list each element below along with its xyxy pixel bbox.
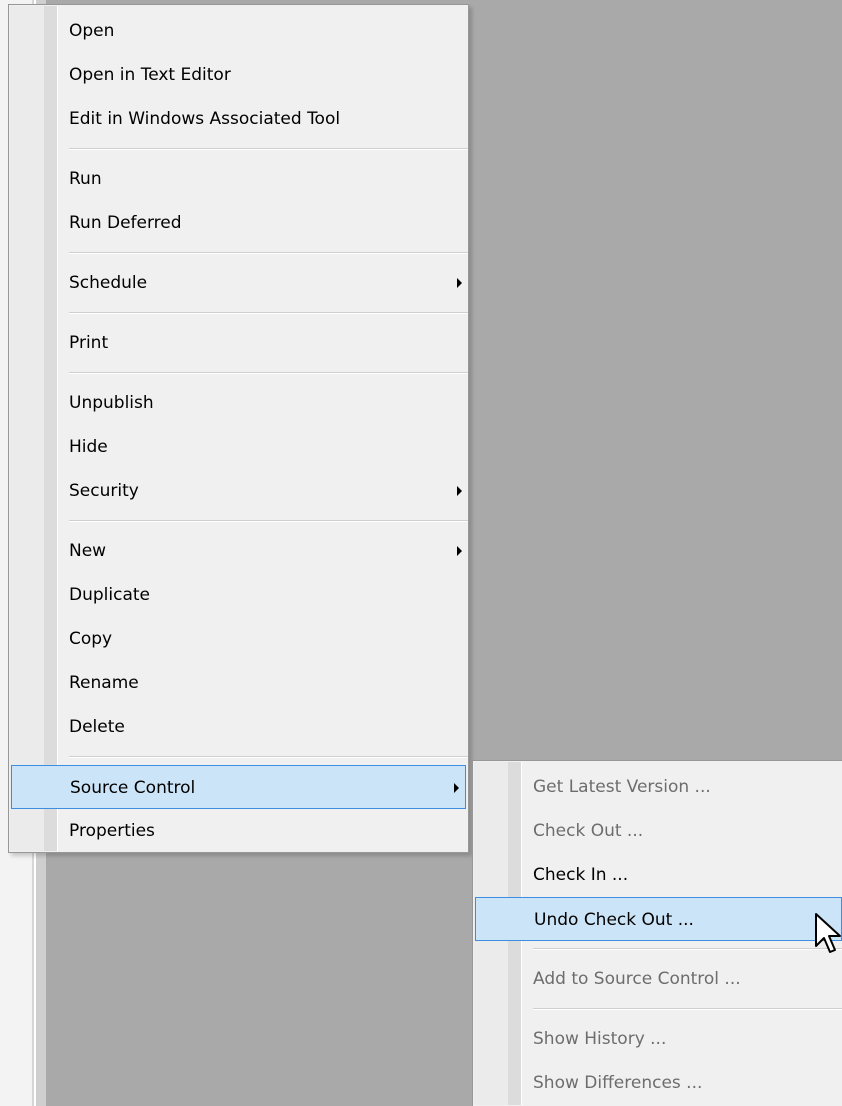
menu-separator (69, 252, 468, 254)
menu-item-delete[interactable]: Delete (9, 705, 468, 749)
menu-item-label: Run (69, 169, 102, 189)
submenu-item-show-history[interactable]: Show History ... (473, 1017, 842, 1061)
menu-item-source-control[interactable]: Source Control (11, 765, 466, 809)
menu-separator (533, 948, 842, 950)
submenu-item-check-in[interactable]: Check In ... (473, 853, 842, 897)
menu-item-label: Properties (69, 821, 155, 841)
menu-item-label: Open in Text Editor (69, 65, 231, 85)
menu-separator (69, 756, 468, 758)
menu-separator (69, 312, 468, 314)
menu-item-properties[interactable]: Properties (9, 809, 468, 853)
submenu-arrow-icon (457, 546, 462, 556)
menu-item-label: Source Control (70, 778, 196, 798)
menu-item-label: Get Latest Version ... (533, 777, 711, 797)
menu-item-copy[interactable]: Copy (9, 617, 468, 661)
menu-item-duplicate[interactable]: Duplicate (9, 573, 468, 617)
submenu-arrow-icon (454, 783, 459, 793)
context-menu: Open Open in Text Editor Edit in Windows… (8, 4, 469, 853)
menu-item-label: Hide (69, 437, 108, 457)
menu-item-label: Check In ... (533, 865, 629, 885)
menu-item-label: Delete (69, 717, 125, 737)
menu-item-open[interactable]: Open (9, 9, 468, 53)
menu-item-label: Run Deferred (69, 213, 182, 233)
submenu-item-show-differences[interactable]: Show Differences ... (473, 1061, 842, 1105)
menu-item-label: New (69, 541, 107, 561)
menu-item-label: Undo Check Out ... (534, 910, 694, 930)
menu-item-label: Schedule (69, 273, 148, 293)
menu-item-label: Duplicate (69, 585, 150, 605)
menu-item-rename[interactable]: Rename (9, 661, 468, 705)
submenu-arrow-icon (457, 486, 462, 496)
submenu-item-get-latest-version[interactable]: Get Latest Version ... (473, 765, 842, 809)
arrow-pointer-icon (815, 913, 841, 953)
menu-separator (69, 148, 468, 150)
menu-item-label: Check Out ... (533, 821, 644, 841)
menu-item-unpublish[interactable]: Unpublish (9, 381, 468, 425)
menu-item-run-deferred[interactable]: Run Deferred (9, 201, 468, 245)
menu-item-label: Show Differences ... (533, 1073, 703, 1093)
menu-separator (69, 372, 468, 374)
menu-item-label: Security (69, 481, 139, 501)
menu-item-label: Unpublish (69, 393, 154, 413)
menu-item-print[interactable]: Print (9, 321, 468, 365)
source-control-submenu: Get Latest Version ... Check Out ... Che… (472, 760, 842, 1106)
menu-item-label: Open (69, 21, 115, 41)
menu-item-security[interactable]: Security (9, 469, 468, 513)
menu-item-label: Rename (69, 673, 139, 693)
menu-item-schedule[interactable]: Schedule (9, 261, 468, 305)
menu-item-label: Show History ... (533, 1029, 667, 1049)
submenu-item-undo-check-out[interactable]: Undo Check Out ... (475, 897, 842, 941)
menu-item-open-in-text-editor[interactable]: Open in Text Editor (9, 53, 468, 97)
submenu-arrow-icon (457, 278, 462, 288)
menu-item-new[interactable]: New (9, 529, 468, 573)
menu-item-label: Copy (69, 629, 113, 649)
menu-item-label: Add to Source Control ... (533, 969, 741, 989)
menu-item-hide[interactable]: Hide (9, 425, 468, 469)
menu-item-label: Edit in Windows Associated Tool (69, 109, 341, 129)
menu-item-run[interactable]: Run (9, 157, 468, 201)
menu-separator (533, 1008, 842, 1010)
menu-item-label: Print (69, 333, 109, 353)
menu-separator (69, 520, 468, 522)
submenu-item-add-to-source-control[interactable]: Add to Source Control ... (473, 957, 842, 1001)
menu-item-edit-in-windows-associated-tool[interactable]: Edit in Windows Associated Tool (9, 97, 468, 141)
submenu-item-check-out[interactable]: Check Out ... (473, 809, 842, 853)
